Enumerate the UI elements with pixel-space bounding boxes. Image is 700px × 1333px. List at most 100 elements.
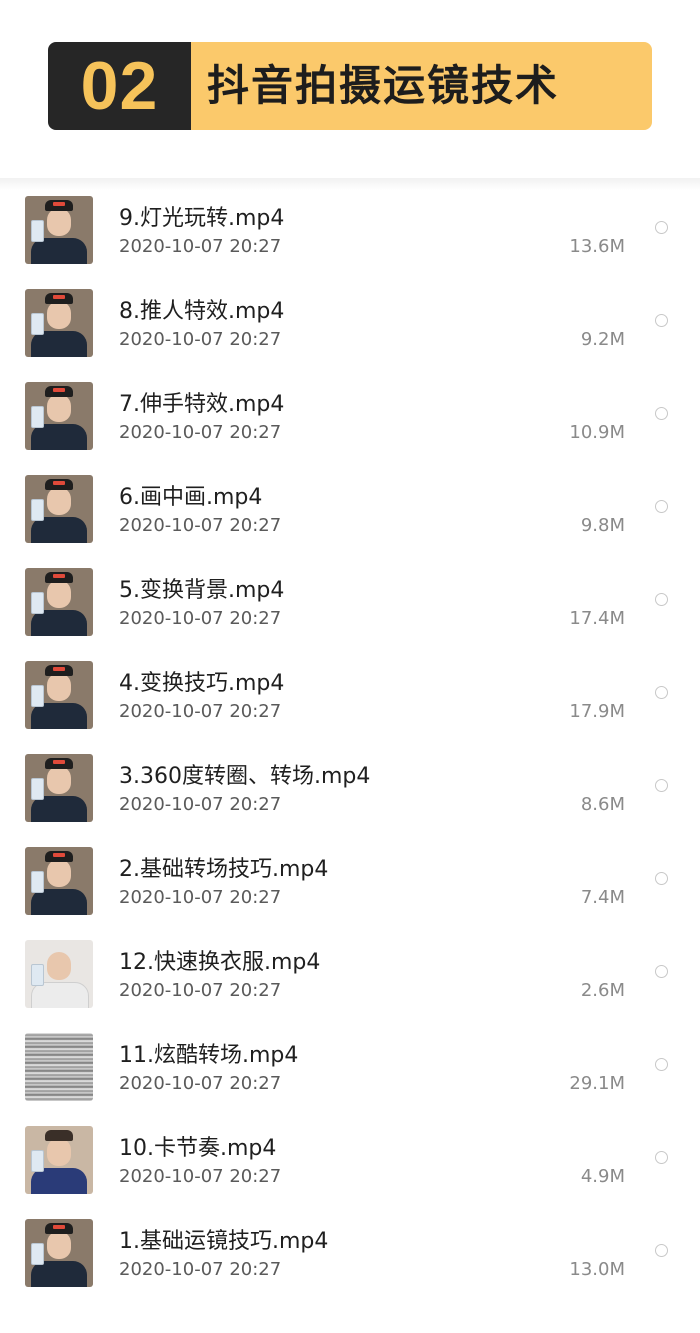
select-radio[interactable] — [655, 314, 668, 327]
thumbnail-phone — [31, 1150, 44, 1172]
thumbnail-head — [47, 580, 71, 608]
file-date: 2020-10-07 20:27 — [119, 236, 282, 257]
video-thumbnail[interactable] — [25, 1033, 93, 1101]
file-name: 5.变换背景.mp4 — [119, 578, 285, 603]
thumbnail-head — [47, 1231, 71, 1259]
thumbnail-head — [47, 301, 71, 329]
file-row[interactable]: 12.快速换衣服.mp4 2020-10-07 20:27 2.6M — [0, 934, 700, 1027]
file-size: 2.6M — [580, 980, 625, 1001]
video-thumbnail[interactable] — [25, 289, 93, 357]
file-row[interactable]: 5.变换背景.mp4 2020-10-07 20:27 17.4M — [0, 562, 700, 655]
thumbnail-phone — [31, 220, 44, 242]
thumbnail-capmark — [53, 1225, 65, 1229]
file-size: 13.0M — [569, 1259, 625, 1280]
thumbnail-head — [47, 394, 71, 422]
file-name: 7.伸手特效.mp4 — [119, 392, 285, 417]
select-radio[interactable] — [655, 779, 668, 792]
select-radio[interactable] — [655, 221, 668, 234]
file-size: 17.4M — [569, 608, 625, 629]
file-name: 9.灯光玩转.mp4 — [119, 206, 285, 231]
file-name: 3.360度转圈、转场.mp4 — [119, 764, 371, 789]
file-row[interactable]: 8.推人特效.mp4 2020-10-07 20:27 9.2M — [0, 283, 700, 376]
video-thumbnail[interactable] — [25, 1219, 93, 1287]
file-size: 29.1M — [569, 1073, 625, 1094]
video-thumbnail[interactable] — [25, 754, 93, 822]
file-date: 2020-10-07 20:27 — [119, 701, 282, 722]
video-thumbnail[interactable] — [25, 1126, 93, 1194]
list-divider — [0, 178, 700, 190]
select-radio[interactable] — [655, 500, 668, 513]
select-radio[interactable] — [655, 872, 668, 885]
thumbnail-capmark — [53, 667, 65, 671]
file-row[interactable]: 2.基础转场技巧.mp4 2020-10-07 20:27 7.4M — [0, 841, 700, 934]
video-thumbnail[interactable] — [25, 196, 93, 264]
thumbnail-cap — [45, 1130, 73, 1141]
thumbnail-head — [47, 766, 71, 794]
thumbnail-head — [47, 487, 71, 515]
file-row[interactable]: 9.灯光玩转.mp4 2020-10-07 20:27 13.6M — [0, 190, 700, 283]
thumbnail-phone — [31, 499, 44, 521]
thumbnail-phone — [31, 778, 44, 800]
file-name: 6.画中画.mp4 — [119, 485, 263, 510]
file-date: 2020-10-07 20:27 — [119, 1073, 282, 1094]
thumbnail-phone — [31, 406, 44, 428]
select-radio[interactable] — [655, 1151, 668, 1164]
thumbnail-phone — [31, 313, 44, 335]
select-radio[interactable] — [655, 686, 668, 699]
file-date: 2020-10-07 20:27 — [119, 422, 282, 443]
video-thumbnail[interactable] — [25, 940, 93, 1008]
thumbnail-phone — [31, 871, 44, 893]
file-row[interactable]: 6.画中画.mp4 2020-10-07 20:27 9.8M — [0, 469, 700, 562]
file-row[interactable]: 10.卡节奏.mp4 2020-10-07 20:27 4.9M — [0, 1120, 700, 1213]
file-name: 10.卡节奏.mp4 — [119, 1136, 277, 1161]
file-date: 2020-10-07 20:27 — [119, 515, 282, 536]
file-list: 9.灯光玩转.mp4 2020-10-07 20:27 13.6M 8.推人特效.mp… — [0, 190, 700, 1306]
thumbnail-head — [47, 208, 71, 236]
video-thumbnail[interactable] — [25, 475, 93, 543]
file-size: 9.2M — [580, 329, 625, 350]
file-row[interactable]: 1.基础运镜技巧.mp4 2020-10-07 20:27 13.0M — [0, 1213, 700, 1306]
file-size: 9.8M — [580, 515, 625, 536]
file-date: 2020-10-07 20:27 — [119, 1166, 282, 1187]
file-date: 2020-10-07 20:27 — [119, 887, 282, 908]
thumbnail-capmark — [53, 760, 65, 764]
file-row[interactable]: 11.炫酷转场.mp4 2020-10-07 20:27 29.1M — [0, 1027, 700, 1120]
file-date: 2020-10-07 20:27 — [119, 329, 282, 350]
header-area: 02 抖音拍摄运镜技术 — [0, 0, 700, 182]
select-radio[interactable] — [655, 965, 668, 978]
select-radio[interactable] — [655, 1058, 668, 1071]
file-size: 4.9M — [580, 1166, 625, 1187]
file-name: 1.基础运镜技巧.mp4 — [119, 1229, 329, 1254]
file-name: 12.快速换衣服.mp4 — [119, 950, 321, 975]
thumbnail-head — [47, 952, 71, 980]
thumbnail-capmark — [53, 202, 65, 206]
thumbnail-head — [47, 673, 71, 701]
file-name: 11.炫酷转场.mp4 — [119, 1043, 299, 1068]
file-date: 2020-10-07 20:27 — [119, 980, 282, 1001]
thumbnail-phone — [31, 964, 44, 986]
file-size: 8.6M — [580, 794, 625, 815]
file-date: 2020-10-07 20:27 — [119, 1259, 282, 1280]
thumbnail-head — [47, 859, 71, 887]
file-date: 2020-10-07 20:27 — [119, 608, 282, 629]
video-thumbnail[interactable] — [25, 382, 93, 450]
thumbnail-capmark — [53, 481, 65, 485]
video-thumbnail[interactable] — [25, 661, 93, 729]
select-radio[interactable] — [655, 407, 668, 420]
select-radio[interactable] — [655, 1244, 668, 1257]
section-banner: 02 抖音拍摄运镜技术 — [48, 42, 652, 130]
file-size: 10.9M — [569, 422, 625, 443]
file-row[interactable]: 7.伸手特效.mp4 2020-10-07 20:27 10.9M — [0, 376, 700, 469]
video-thumbnail[interactable] — [25, 847, 93, 915]
file-size: 13.6M — [569, 236, 625, 257]
file-size: 7.4M — [580, 887, 625, 908]
video-thumbnail[interactable] — [25, 568, 93, 636]
thumbnail-phone — [31, 685, 44, 707]
file-name: 2.基础转场技巧.mp4 — [119, 857, 329, 882]
thumbnail-phone — [31, 1243, 44, 1265]
section-number: 02 — [48, 42, 191, 130]
section-title: 抖音拍摄运镜技术 — [191, 42, 652, 130]
file-row[interactable]: 3.360度转圈、转场.mp4 2020-10-07 20:27 8.6M — [0, 748, 700, 841]
file-row[interactable]: 4.变换技巧.mp4 2020-10-07 20:27 17.9M — [0, 655, 700, 748]
select-radio[interactable] — [655, 593, 668, 606]
